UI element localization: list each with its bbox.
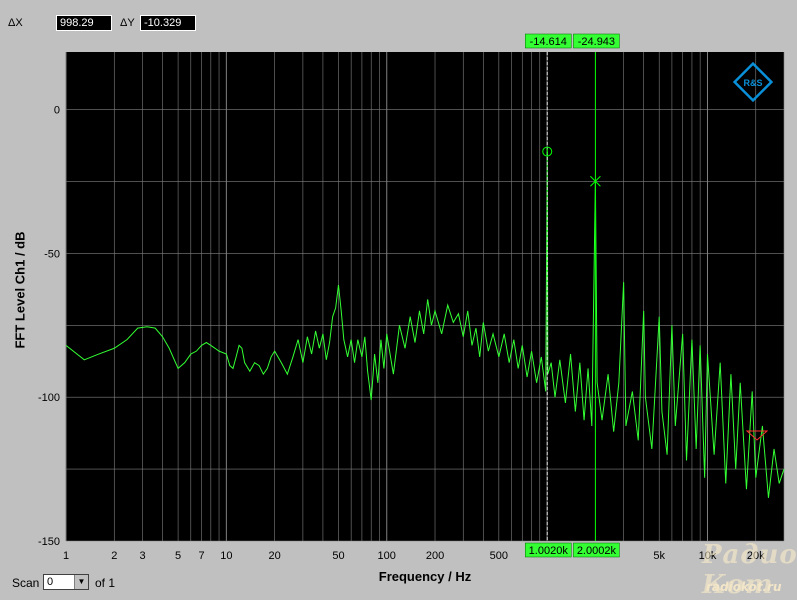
fft-chart[interactable]: 1 2 3 5 7 10 20 50 100 200 500 5k 10k 20k0-50-100-150… bbox=[0, 0, 797, 600]
x-tick-label: 3 bbox=[139, 550, 145, 562]
chevron-down-icon[interactable]: ▼ bbox=[74, 575, 88, 589]
marker-top-label: -24.943 bbox=[578, 36, 615, 48]
x-tick-label: 5k bbox=[653, 550, 665, 562]
y-tick-label: -100 bbox=[38, 392, 60, 404]
plot-area bbox=[66, 52, 784, 541]
x-tick-label: 7 bbox=[198, 550, 204, 562]
x-axis-title: Frequency / Hz bbox=[378, 569, 472, 584]
y-tick-label: 0 bbox=[54, 105, 60, 117]
x-tick-label: 50 bbox=[332, 550, 344, 562]
scan-of-label: of 1 bbox=[95, 576, 116, 590]
watermark-url: radiokot.ru bbox=[706, 580, 782, 594]
x-tick-label: 2 bbox=[111, 550, 117, 562]
scan-value: 0 bbox=[47, 576, 54, 588]
marker-bottom-label: 2.0002k bbox=[577, 545, 617, 557]
y-axis-title: FFT Level Ch1 / dB bbox=[12, 231, 28, 349]
rs-logo-text: R&S bbox=[743, 78, 762, 88]
scan-dropdown[interactable]: 0 ▼ bbox=[43, 574, 89, 590]
x-tick-label: 200 bbox=[426, 550, 444, 562]
x-tick-label: 10 bbox=[220, 550, 232, 562]
x-tick-label: 1 bbox=[63, 550, 69, 562]
marker-bottom-label: 1.0020k bbox=[529, 545, 569, 557]
x-tick-label: 5 bbox=[175, 550, 181, 562]
marker-top-label: -14.614 bbox=[530, 36, 567, 48]
y-tick-label: -50 bbox=[44, 248, 60, 260]
y-tick-label: -150 bbox=[38, 536, 60, 548]
x-tick-label: 100 bbox=[378, 550, 396, 562]
scan-label: Scan bbox=[12, 576, 40, 590]
x-tick-label: 20 bbox=[269, 550, 281, 562]
x-tick-label: 500 bbox=[490, 550, 508, 562]
